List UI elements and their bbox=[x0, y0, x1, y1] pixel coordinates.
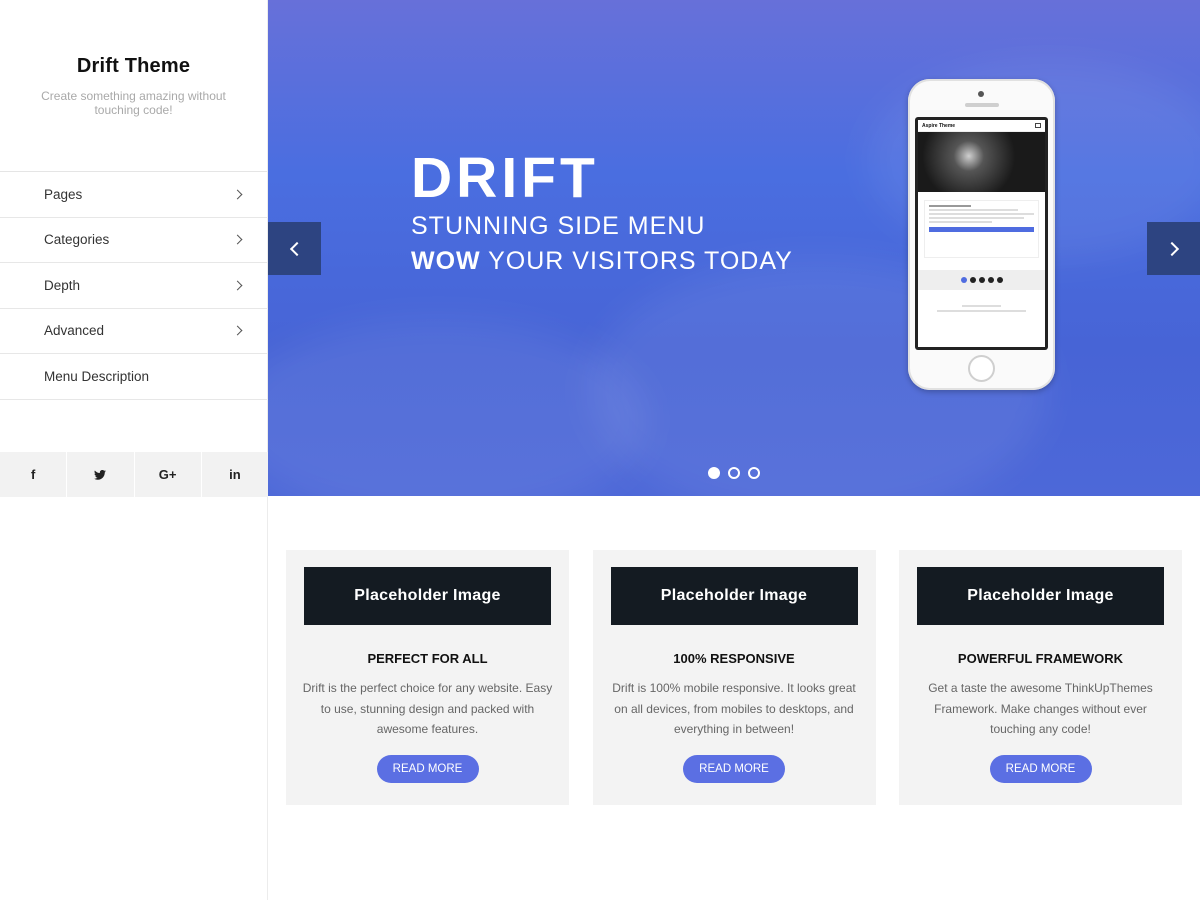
sidebar: Drift Theme Create something amazing wit… bbox=[0, 0, 268, 900]
phone-screen-social bbox=[918, 270, 1045, 290]
menu-item-label: Categories bbox=[44, 232, 110, 248]
menu-item-categories[interactable]: Categories bbox=[0, 218, 267, 263]
feature-text: Drift is the perfect choice for any webs… bbox=[302, 681, 553, 736]
chevron-right-icon bbox=[232, 234, 243, 245]
linkedin-icon[interactable]: in bbox=[202, 452, 268, 497]
feature-cards: Placeholder Image PERFECT FOR ALL Drift … bbox=[286, 550, 1182, 805]
menu-item-label: Pages bbox=[44, 186, 83, 202]
hero-tagline-rest: YOUR VISITORS TODAY bbox=[480, 247, 793, 275]
placeholder-image: Placeholder Image bbox=[304, 567, 551, 625]
chevron-right-icon bbox=[1164, 241, 1179, 256]
feature-card: Placeholder Image PERFECT FOR ALL Drift … bbox=[286, 550, 569, 805]
menu-item-depth[interactable]: Depth bbox=[0, 263, 267, 309]
menu-item-label: Menu Description bbox=[44, 368, 150, 384]
menu-item-label: Advanced bbox=[44, 323, 105, 339]
phone-screen-dot bbox=[960, 277, 967, 283]
feature-text: Drift is 100% mobile responsive. It look… bbox=[612, 681, 856, 736]
read-more-button[interactable]: READ MORE bbox=[683, 754, 785, 783]
menu-item-menu-description[interactable]: Menu Description bbox=[0, 354, 267, 400]
slider-next-button[interactable] bbox=[1147, 222, 1200, 275]
menu-item-label: Depth bbox=[44, 277, 81, 293]
menu-item-pages[interactable]: Pages bbox=[0, 172, 267, 218]
hero-subtitle: STUNNING SIDE MENU bbox=[411, 212, 706, 240]
facebook-icon[interactable]: f bbox=[0, 452, 68, 497]
chevron-left-icon bbox=[289, 241, 304, 256]
phone-screen-line bbox=[929, 213, 1034, 215]
hamburger-icon bbox=[1035, 123, 1041, 128]
twitter-icon[interactable] bbox=[67, 452, 135, 497]
phone-screen-dot bbox=[969, 277, 976, 283]
chevron-right-icon bbox=[232, 280, 243, 291]
hero-tagline: WOW YOUR VISITORS TODAY bbox=[411, 245, 793, 278]
slider-dot[interactable] bbox=[708, 467, 720, 479]
placeholder-image: Placeholder Image bbox=[610, 567, 858, 625]
phone-screen-dot bbox=[996, 277, 1003, 283]
hero-title: DRIFT bbox=[411, 146, 599, 210]
google-plus-icon[interactable]: G+ bbox=[135, 452, 202, 497]
phone-screen-post bbox=[924, 200, 1039, 258]
phone-screen-footer bbox=[918, 305, 1045, 312]
feature-title: POWERFUL FRAMEWORK bbox=[957, 651, 1124, 666]
phone-home-button bbox=[968, 355, 995, 382]
phone-screen-content: Aspire Theme bbox=[918, 120, 1045, 347]
feature-text: Get a taste the awesome ThinkUpThemes Fr… bbox=[928, 681, 1153, 736]
hero-slider: DRIFT STUNNING SIDE MENU WOW YOUR VISITO… bbox=[268, 0, 1200, 496]
phone-mockup: Aspire Theme bbox=[908, 79, 1055, 390]
phone-screen-button bbox=[929, 227, 1034, 232]
read-more-button[interactable]: READ MORE bbox=[376, 754, 479, 783]
phone-screen: Aspire Theme bbox=[915, 117, 1048, 350]
phone-screen-title: Aspire Theme bbox=[922, 122, 956, 129]
chevron-right-icon bbox=[232, 325, 243, 336]
twitter-bird-shape bbox=[94, 469, 107, 480]
phone-camera bbox=[978, 91, 984, 97]
slider-dot[interactable] bbox=[748, 467, 760, 479]
phone-screen-dot bbox=[987, 277, 994, 283]
menu-item-advanced[interactable]: Advanced bbox=[0, 309, 267, 354]
feature-title: PERFECT FOR ALL bbox=[367, 651, 488, 666]
phone-screen-line bbox=[929, 205, 971, 207]
side-menu: Pages Categories Depth Advanced Menu Des… bbox=[0, 172, 267, 400]
phone-screen-dot bbox=[978, 277, 985, 283]
slider-prev-button[interactable] bbox=[268, 222, 321, 275]
chevron-right-icon bbox=[232, 189, 243, 200]
phone-speaker bbox=[965, 103, 999, 107]
slider-pagination bbox=[708, 467, 760, 479]
phone-screen-header: Aspire Theme bbox=[918, 120, 1045, 132]
social-links: f G+ in bbox=[0, 452, 268, 497]
hero-tagline-bold: WOW bbox=[411, 247, 481, 275]
site-title[interactable]: Drift Theme bbox=[0, 55, 267, 78]
site-tagline: Create something amazing without touchin… bbox=[41, 89, 226, 117]
feature-card: Placeholder Image 100% RESPONSIVE Drift … bbox=[592, 550, 876, 805]
phone-screen-line bbox=[929, 217, 1024, 219]
phone-screen-line bbox=[929, 221, 992, 223]
phone-screen-image bbox=[918, 132, 1045, 192]
read-more-button[interactable]: READ MORE bbox=[989, 754, 1092, 783]
phone-screen-line bbox=[929, 209, 1019, 211]
slider-dot[interactable] bbox=[728, 467, 740, 479]
feature-title: 100% RESPONSIVE bbox=[673, 651, 795, 666]
hero-caption: DRIFT STUNNING SIDE MENU WOW YOUR VISITO… bbox=[411, 148, 793, 278]
feature-card: Placeholder Image POWERFUL FRAMEWORK Get… bbox=[899, 550, 1182, 805]
placeholder-image: Placeholder Image bbox=[917, 567, 1164, 625]
phone-screen-line bbox=[937, 310, 1026, 312]
phone-screen-line bbox=[962, 305, 1001, 307]
site-branding: Drift Theme Create something amazing wit… bbox=[0, 0, 267, 172]
